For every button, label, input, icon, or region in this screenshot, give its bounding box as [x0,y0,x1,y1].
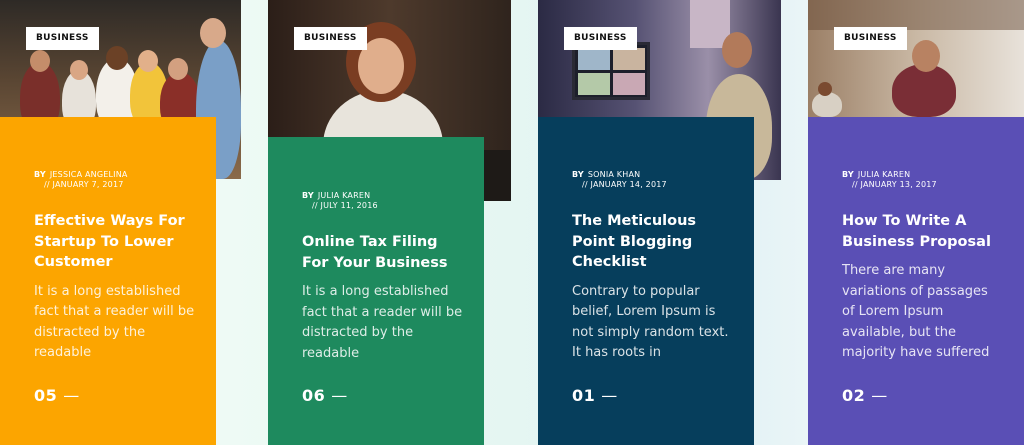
number-value: 01 [572,385,596,405]
post-meta: BY JULIA KAREN // JANUARY 13, 2017 [842,170,1004,190]
category-badge[interactable]: BUSINESS [294,27,367,50]
card-panel: BY SONIA KHAN // JANUARY 14, 2017 The Met… [538,117,754,445]
post-excerpt: It is a long established fact that a rea… [34,283,195,361]
card-panel: BY JESSICA ANGELINA // JANUARY 7, 2017 Ef… [0,117,216,445]
post-number: 02— [842,386,1004,405]
post-meta: BY JULIA KAREN // JULY 11, 2016 [302,191,464,211]
post-number: 06 — [302,386,464,405]
author-name[interactable]: JULIA KAREN [318,191,370,200]
post-date: // JANUARY 14, 2017 [582,180,667,189]
post-title[interactable]: Effective Ways For Startup To Lower Cust… [34,211,196,273]
post-title[interactable]: How To Write A Business Proposal [842,211,1004,252]
blog-card-4[interactable]: BUSINESS BY JULIA KAREN // JANUARY 13, 20… [808,0,1024,445]
author-name[interactable]: JULIA KAREN [858,170,910,179]
author-name[interactable]: JESSICA ANGELINA [50,170,128,179]
blog-card-2[interactable]: BUSINESS BY JULIA KAREN // JULY 11, 2016 … [268,0,511,445]
by-label: BY [34,170,46,179]
blog-card-3[interactable]: BUSINESS BY SONIA KHAN // JANUARY 14, 201… [538,0,781,445]
number-value: 06 [302,386,326,405]
background-shape [808,0,1024,30]
author-name[interactable]: SONIA KHAN [588,170,640,179]
post-excerpt: There are many variations of passages of… [842,263,990,360]
category-badge[interactable]: BUSINESS [26,27,99,50]
post-number: 05— [34,386,196,405]
post-title[interactable]: Online Tax Filing For Your Business [302,232,464,273]
post-excerpt: Contrary to popular belief, Lorem Ipsum … [572,283,729,361]
blog-card-1[interactable]: BUSINESS BY JESSICA ANGELINA // JANUARY 7… [0,0,241,445]
number-dash: — [601,385,618,405]
post-excerpt: It is a long established fact that a rea… [302,284,463,361]
category-badge[interactable]: BUSINESS [564,27,637,50]
number-dash: — [63,385,80,405]
post-number: 01— [572,386,734,405]
card-panel: BY JULIA KAREN // JANUARY 13, 2017 How To… [808,117,1024,445]
number-value: 02 [842,385,866,405]
by-label: BY [302,191,314,200]
card-panel: BY JULIA KAREN // JULY 11, 2016 Online Ta… [268,137,484,445]
by-label: BY [842,170,854,179]
number-dash: — [871,385,888,405]
category-badge[interactable]: BUSINESS [834,27,907,50]
post-date: // JANUARY 7, 2017 [44,180,124,189]
post-date: // JULY 11, 2016 [312,201,378,210]
post-title[interactable]: The Meticulous Point Blogging Checklist [572,211,734,273]
card-photo[interactable]: BUSINESS [808,0,1024,117]
post-date: // JANUARY 13, 2017 [852,180,937,189]
number-value: 05 [34,385,58,405]
number-dash: — [331,386,348,405]
monitor [572,42,650,100]
by-label: BY [572,170,584,179]
post-meta: BY JESSICA ANGELINA // JANUARY 7, 2017 [34,170,196,190]
post-meta: BY SONIA KHAN // JANUARY 14, 2017 [572,170,734,190]
